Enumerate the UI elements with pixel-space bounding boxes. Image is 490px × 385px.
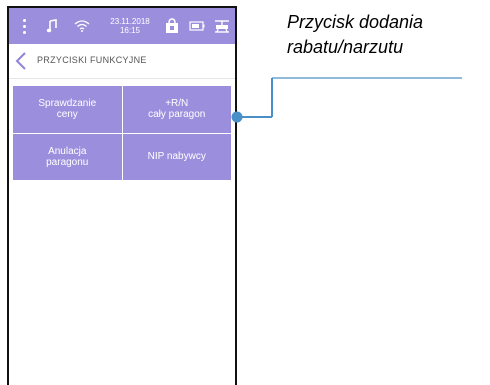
callout-dot bbox=[231, 111, 243, 123]
figure: 23.11.2018 16:15 PRZYCISKI FUNKCYJNE Spr… bbox=[0, 0, 490, 385]
callout-line1: Przycisk dodania bbox=[287, 12, 424, 32]
callout-line2: rabatu/narzutu bbox=[287, 37, 404, 57]
callout-text: Przycisk dodania rabatu/narzutu bbox=[287, 10, 490, 60]
